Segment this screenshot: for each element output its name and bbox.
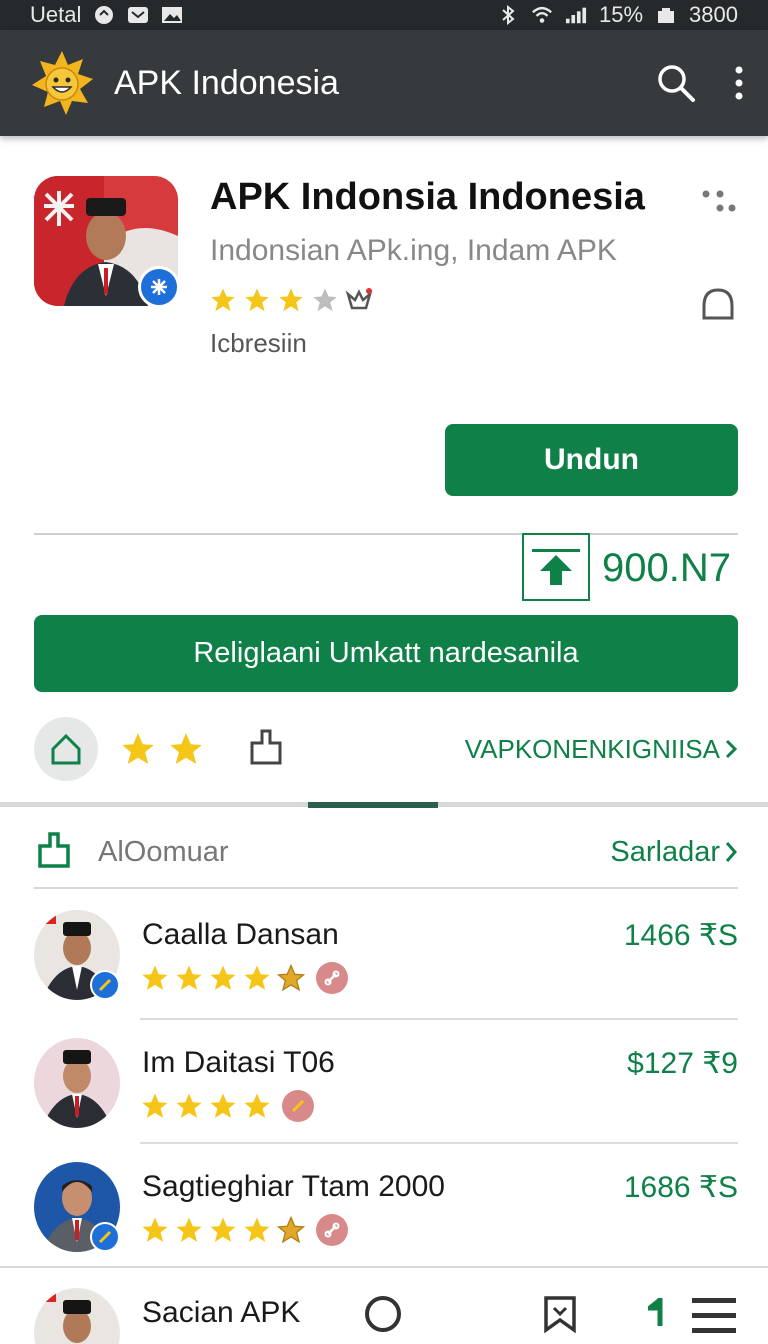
developer-name: Icbresiin bbox=[210, 328, 307, 358]
view-all-label: VAPKONENKIGNIISA bbox=[464, 733, 720, 764]
section-icon bbox=[34, 830, 74, 875]
crown-icon bbox=[345, 288, 373, 310]
bottom-bar-label[interactable]: Sacian APK bbox=[142, 1296, 300, 1330]
star-icon bbox=[142, 965, 168, 990]
search-icon[interactable] bbox=[656, 63, 696, 103]
star-icon bbox=[210, 1217, 236, 1242]
bluetooth-icon bbox=[497, 5, 519, 25]
share-icon[interactable] bbox=[246, 727, 286, 772]
verified-check-icon bbox=[90, 970, 120, 1000]
app-bar: APK Indonesia bbox=[0, 30, 768, 136]
link-tag-icon bbox=[316, 1214, 348, 1246]
star-icon bbox=[122, 733, 154, 765]
gallery-icon bbox=[161, 5, 183, 25]
star-icon bbox=[279, 288, 303, 312]
battery-icon bbox=[655, 5, 677, 25]
list-item-rating bbox=[140, 1214, 348, 1246]
list-item-price: 1466 ₹S bbox=[623, 919, 738, 952]
status-bar: Uetal 15% 3800 bbox=[0, 0, 768, 30]
star-icon bbox=[176, 965, 202, 990]
action-stars bbox=[118, 730, 206, 768]
bell-icon[interactable] bbox=[698, 286, 738, 327]
clock: 3800 bbox=[689, 2, 738, 27]
star-icon bbox=[142, 1093, 168, 1118]
section-see-all-link[interactable]: Sarladar bbox=[610, 836, 738, 869]
download-size-icon bbox=[522, 533, 590, 601]
star-half-icon bbox=[276, 1215, 306, 1244]
list-separator bbox=[140, 1018, 738, 1020]
star-empty-icon bbox=[313, 288, 337, 312]
list-item-rating bbox=[140, 962, 348, 994]
tab-indicator bbox=[308, 802, 438, 808]
chevron-right-icon bbox=[725, 739, 738, 759]
star-icon bbox=[176, 1217, 202, 1242]
divider bbox=[34, 533, 738, 535]
star-icon bbox=[244, 965, 270, 990]
star-icon bbox=[142, 1217, 168, 1242]
list-item-price: $127 ₹9 bbox=[627, 1047, 738, 1080]
view-all-link[interactable]: VAPKONENKIGNIISA bbox=[465, 734, 738, 765]
list-item[interactable]: Caalla Dansan 1466 ₹S bbox=[34, 910, 738, 1010]
chevron-right-icon bbox=[725, 842, 738, 862]
hamburger-menu-icon[interactable] bbox=[690, 1296, 738, 1341]
message-icon bbox=[127, 5, 149, 25]
link-tag-icon bbox=[316, 962, 348, 994]
download-button[interactable]: Undun bbox=[445, 424, 738, 496]
sun-logo-icon bbox=[28, 49, 96, 117]
more-options-icon[interactable] bbox=[700, 188, 736, 223]
section-title: AlOomuar bbox=[98, 835, 229, 868]
star-icon bbox=[176, 1093, 202, 1118]
bottom-nav-bar: Sacian APK bbox=[0, 1266, 768, 1344]
signal-icon bbox=[565, 5, 587, 25]
secondary-action-button[interactable]: Religlaani Umkatt nardesanila bbox=[34, 615, 738, 692]
download-size: 900.N7 bbox=[602, 546, 731, 590]
profile-avatar[interactable] bbox=[34, 1288, 120, 1344]
app-name: APK Indonsia Indonesia bbox=[210, 176, 645, 218]
verified-badge-icon bbox=[138, 266, 180, 308]
star-icon bbox=[210, 1093, 236, 1118]
star-half-icon bbox=[276, 963, 306, 992]
notification-icon bbox=[93, 5, 115, 25]
edit-tag-icon bbox=[282, 1090, 314, 1122]
bookmark-icon[interactable] bbox=[540, 1294, 580, 1339]
verified-check-icon bbox=[90, 1222, 120, 1252]
section-header: AlOomuar Sarladar bbox=[34, 826, 738, 878]
list-separator bbox=[140, 1142, 738, 1144]
home-circle-icon[interactable] bbox=[365, 1296, 401, 1332]
list-item[interactable]: Sagtieghiar Ttam 2000 1686 ₹S bbox=[34, 1162, 738, 1262]
star-icon bbox=[244, 1093, 270, 1118]
section-link-label: Sarladar bbox=[610, 835, 720, 868]
battery-percent: 15% bbox=[599, 2, 644, 27]
divider bbox=[34, 887, 738, 889]
star-icon bbox=[211, 288, 235, 312]
list-item-name: Sagtieghiar Ttam 2000 bbox=[142, 1170, 445, 1203]
action-row: VAPKONENKIGNIISA bbox=[34, 716, 738, 782]
avatar bbox=[34, 1038, 120, 1128]
star-icon bbox=[245, 288, 269, 312]
list-item-name: Im Daitasi T06 bbox=[142, 1046, 335, 1079]
star-icon bbox=[170, 733, 202, 765]
star-icon bbox=[244, 1217, 270, 1242]
list-item[interactable]: Im Daitasi T06 $127 ₹9 bbox=[34, 1038, 738, 1138]
list-item-price: 1686 ₹S bbox=[623, 1171, 738, 1204]
carrier-label: Uetal bbox=[30, 2, 82, 27]
star-icon bbox=[210, 965, 236, 990]
list-item-name: Caalla Dansan bbox=[142, 918, 339, 951]
overflow-menu-icon[interactable] bbox=[734, 66, 744, 100]
wifi-icon bbox=[531, 5, 553, 25]
green-flag-icon[interactable] bbox=[642, 1296, 670, 1335]
app-subtitle: Indonsian APk.ing, Indam APK bbox=[210, 234, 617, 267]
app-bar-title: APK Indonesia bbox=[114, 63, 339, 102]
home-icon[interactable] bbox=[34, 717, 98, 781]
app-rating bbox=[208, 286, 374, 314]
list-item-rating bbox=[140, 1090, 314, 1122]
